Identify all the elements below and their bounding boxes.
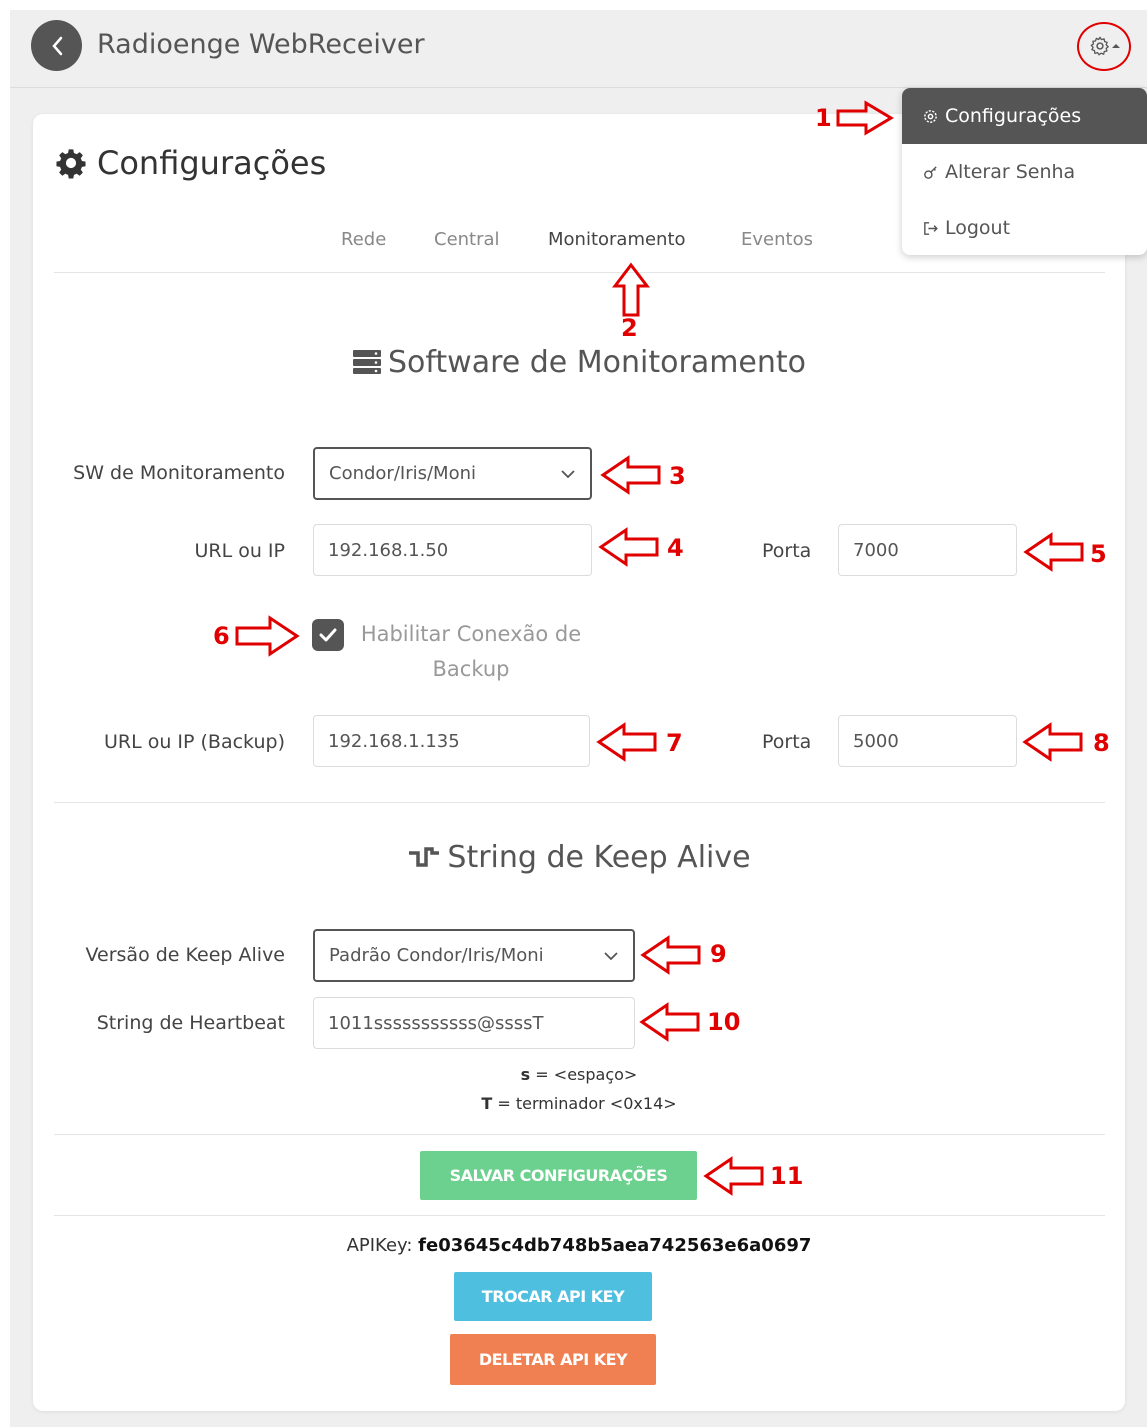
page-title: Configurações xyxy=(55,144,326,182)
annotation-number-1: 1 xyxy=(815,104,832,132)
menu-item-label: Logout xyxy=(945,217,1011,239)
arrow-left-icon xyxy=(598,527,659,567)
annotation-highlight-circle xyxy=(1077,22,1131,71)
annotation-number-8: 8 xyxy=(1093,729,1110,757)
annotation-number-11: 11 xyxy=(770,1162,804,1190)
annotation-number-10: 10 xyxy=(707,1008,741,1036)
divider xyxy=(54,1134,1105,1135)
arrow-right-icon xyxy=(836,100,894,136)
divider xyxy=(54,802,1105,803)
arrow-left-icon xyxy=(640,935,701,975)
arrow-left-icon xyxy=(596,722,657,762)
hint-terminator: T = terminador <0x14> xyxy=(33,1094,1125,1113)
annotation-number-5: 5 xyxy=(1090,540,1107,568)
app-title: Radioenge WebReceiver xyxy=(97,29,425,60)
annotation-number-2: 2 xyxy=(621,314,638,342)
hint-terminator-text: = terminador <0x14> xyxy=(492,1094,677,1113)
tab-eventos[interactable]: Eventos xyxy=(741,229,813,250)
menu-item-label: Alterar Senha xyxy=(945,161,1076,183)
chevron-down-icon xyxy=(604,951,618,960)
tab-monitoramento[interactable]: Monitoramento xyxy=(548,229,686,250)
arrow-right-icon xyxy=(235,615,300,657)
section-title-keepalive: String de Keep Alive xyxy=(33,840,1125,878)
arrow-left-icon xyxy=(639,1002,700,1042)
annotation-number-4: 4 xyxy=(667,534,684,562)
url-label: URL ou IP xyxy=(194,540,285,562)
url-input[interactable] xyxy=(313,524,592,576)
menu-item-label: Configurações xyxy=(945,105,1082,127)
keepalive-version-value: Padrão Condor/Iris/Moni xyxy=(329,945,544,966)
backup-url-label: URL ou IP (Backup) xyxy=(103,731,285,753)
page-title-text: Configurações xyxy=(97,144,327,182)
chevron-down-icon xyxy=(561,469,575,478)
delete-apikey-button[interactable]: DELETAR API KEY xyxy=(450,1334,656,1385)
key-icon xyxy=(924,165,937,179)
tab-rede[interactable]: Rede xyxy=(341,229,386,250)
heartbeat-input[interactable] xyxy=(313,997,635,1049)
section-title-monitoring-text: Software de Monitoramento xyxy=(387,345,807,380)
sw-select[interactable]: Condor/Iris/Moni xyxy=(313,447,592,500)
hint-terminator-key: T xyxy=(481,1094,493,1113)
arrow-left-icon xyxy=(703,1156,764,1196)
annotation-number-6: 6 xyxy=(213,622,230,650)
port-input[interactable] xyxy=(838,524,1017,576)
logout-icon xyxy=(924,221,938,235)
divider xyxy=(54,1215,1105,1216)
menu-item-logout[interactable]: Logout xyxy=(902,200,1147,255)
hint-space-key: s xyxy=(520,1065,531,1084)
arrow-left-icon xyxy=(1022,722,1083,762)
backup-url-input[interactable] xyxy=(313,715,590,767)
server-icon xyxy=(352,348,382,383)
tab-central[interactable]: Central xyxy=(434,229,500,250)
backup-checkbox-label[interactable]: Habilitar Conexão de Backup xyxy=(351,617,591,687)
sw-label: SW de Monitoramento xyxy=(73,462,285,484)
sw-select-value: Condor/Iris/Moni xyxy=(329,463,476,484)
chevron-left-icon xyxy=(51,36,62,55)
menu-item-configuracoes[interactable]: Configurações xyxy=(902,88,1147,144)
swap-apikey-button[interactable]: TROCAR API KEY xyxy=(454,1272,652,1321)
menu-item-alterar-senha[interactable]: Alterar Senha xyxy=(902,144,1147,200)
backup-port-input[interactable] xyxy=(838,715,1017,767)
divider xyxy=(54,272,1105,273)
annotation-number-7: 7 xyxy=(666,729,683,757)
gear-icon xyxy=(56,149,86,179)
hint-space: s = <espaço> xyxy=(33,1065,1125,1084)
section-title-keepalive-text: String de Keep Alive xyxy=(447,840,751,875)
heartbeat-label: String de Heartbeat xyxy=(96,1012,285,1034)
apikey-line: APIKey: fe03645c4db748b5aea742563e6a0697 xyxy=(33,1235,1125,1256)
back-button[interactable] xyxy=(31,20,82,71)
annotation-number-9: 9 xyxy=(710,940,727,968)
pulse-icon xyxy=(407,843,441,878)
annotation-number-3: 3 xyxy=(669,462,686,490)
settings-card: Configurações Rede Central Monitoramento… xyxy=(33,114,1125,1411)
backup-checkbox[interactable] xyxy=(312,619,344,651)
keepalive-version-select[interactable]: Padrão Condor/Iris/Moni xyxy=(313,929,635,982)
arrow-left-icon xyxy=(1023,532,1084,572)
settings-dropdown-menu: Configurações Alterar Senha Logout xyxy=(902,88,1147,255)
backup-port-label: Porta xyxy=(762,731,812,753)
gear-icon xyxy=(924,109,937,123)
hint-space-text: = <espaço> xyxy=(530,1065,638,1084)
save-button[interactable]: SALVAR CONFIGURAÇÕES xyxy=(420,1151,697,1200)
apikey-value: fe03645c4db748b5aea742563e6a0697 xyxy=(418,1235,812,1256)
section-title-monitoring: Software de Monitoramento xyxy=(33,345,1125,383)
arrow-left-icon xyxy=(600,455,661,495)
check-icon xyxy=(319,628,337,642)
arrow-up-icon xyxy=(612,262,650,317)
keepalive-version-label: Versão de Keep Alive xyxy=(85,944,286,966)
port-label: Porta xyxy=(762,540,812,562)
apikey-label: APIKey: xyxy=(346,1235,419,1256)
